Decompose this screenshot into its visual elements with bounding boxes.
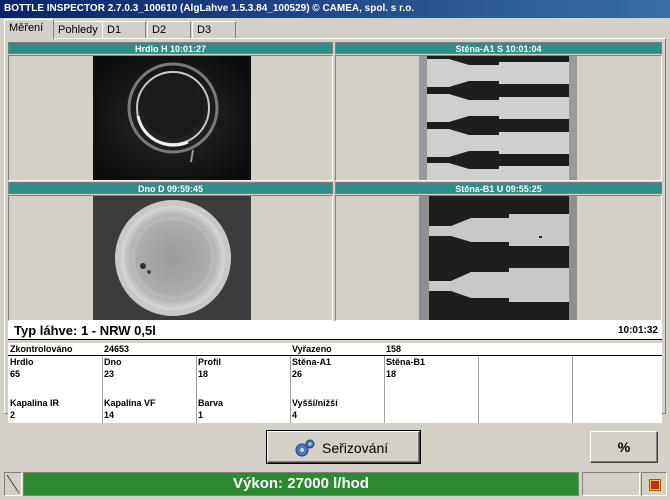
- status-led-icon: [649, 479, 661, 491]
- header-stena-b1: Stěna-B1: [386, 357, 426, 367]
- camera-header-dno: Dno D 09:59:45: [8, 182, 333, 194]
- rejected-label: Vyřazeno: [292, 344, 332, 354]
- gears-icon: [295, 439, 315, 457]
- value-profil: 18: [198, 369, 209, 379]
- camera-view-hrdlo[interactable]: [8, 55, 333, 181]
- status-panel-right: [641, 472, 667, 496]
- header-kapalina-vf: Kapalina VF: [104, 398, 156, 408]
- statistics-table: Zkontrolováno 24653 Vyřazeno 158 Hrdlo D…: [8, 343, 662, 423]
- camera-header-hrdlo: Hrdlo H 10:01:27: [8, 42, 333, 54]
- value-kapalina-ir: 2: [10, 410, 16, 420]
- checked-value: 24653: [104, 344, 130, 354]
- stats-column-divider: [572, 356, 573, 423]
- header-stena-a1: Stěna-A1: [292, 357, 332, 367]
- status-bar: Výkon: 27000 l/hod: [0, 469, 670, 499]
- performance-display: Výkon: 27000 l/hod: [23, 472, 579, 496]
- camera-header-stena-a1: Stěna-A1 S 10:01:04: [335, 42, 662, 54]
- tab-d2[interactable]: D2: [147, 21, 191, 38]
- header-barva: Barva: [198, 398, 224, 408]
- value-stena-a1: 26: [292, 369, 303, 379]
- value-dno: 23: [104, 369, 115, 379]
- calibration-button[interactable]: Seřizování: [266, 430, 421, 464]
- value-hrdlo: 65: [10, 369, 21, 379]
- value-barva: 1: [198, 410, 204, 420]
- wall-a1-image: [419, 56, 577, 180]
- neck-image: [93, 56, 251, 180]
- tab-pohledy[interactable]: Pohledy: [53, 21, 103, 38]
- header-vyssi-nizsi: Vyšší/nižší: [292, 398, 338, 408]
- header-dno: Dno: [104, 357, 122, 367]
- camera-view-stena-a1[interactable]: [335, 55, 662, 181]
- stats-column-divider: [478, 356, 479, 423]
- window-title: BOTTLE INSPECTOR 2.7.0.3_100610 (AlgLahv…: [0, 0, 670, 18]
- status-panel-left: [4, 472, 22, 496]
- calibration-button-label: Seřizování: [322, 440, 389, 456]
- value-vyssi-nizsi: 4: [292, 410, 298, 420]
- tab-d1[interactable]: D1: [102, 21, 146, 38]
- wall-b1-image: [419, 196, 577, 320]
- value-kapalina-vf: 14: [104, 410, 115, 420]
- checked-label: Zkontrolováno: [10, 344, 73, 354]
- bottle-type-label: Typ láhve: 1 - NRW 0,5l: [14, 323, 156, 338]
- percent-button[interactable]: %: [590, 431, 658, 463]
- header-hrdlo: Hrdlo: [10, 357, 34, 367]
- tab-d3[interactable]: D3: [192, 21, 236, 38]
- camera-view-dno[interactable]: [8, 195, 333, 321]
- bottom-image: [93, 196, 251, 320]
- header-profil: Profil: [198, 357, 222, 367]
- status-panel-middle: [582, 472, 640, 496]
- rejected-value: 158: [386, 344, 402, 354]
- camera-view-stena-b1[interactable]: [335, 195, 662, 321]
- resize-grip-icon: [6, 474, 20, 494]
- tab-mereni[interactable]: Měření: [4, 19, 54, 39]
- value-stena-b1: 18: [386, 369, 397, 379]
- bottle-type-bar: Typ láhve: 1 - NRW 0,5l 10:01:32: [8, 321, 662, 340]
- header-kapalina-ir: Kapalina IR: [10, 398, 60, 408]
- camera-header-stena-b1: Stěna-B1 U 09:55:25: [335, 182, 662, 194]
- stats-divider: [8, 355, 662, 356]
- current-time: 10:01:32: [617, 325, 658, 336]
